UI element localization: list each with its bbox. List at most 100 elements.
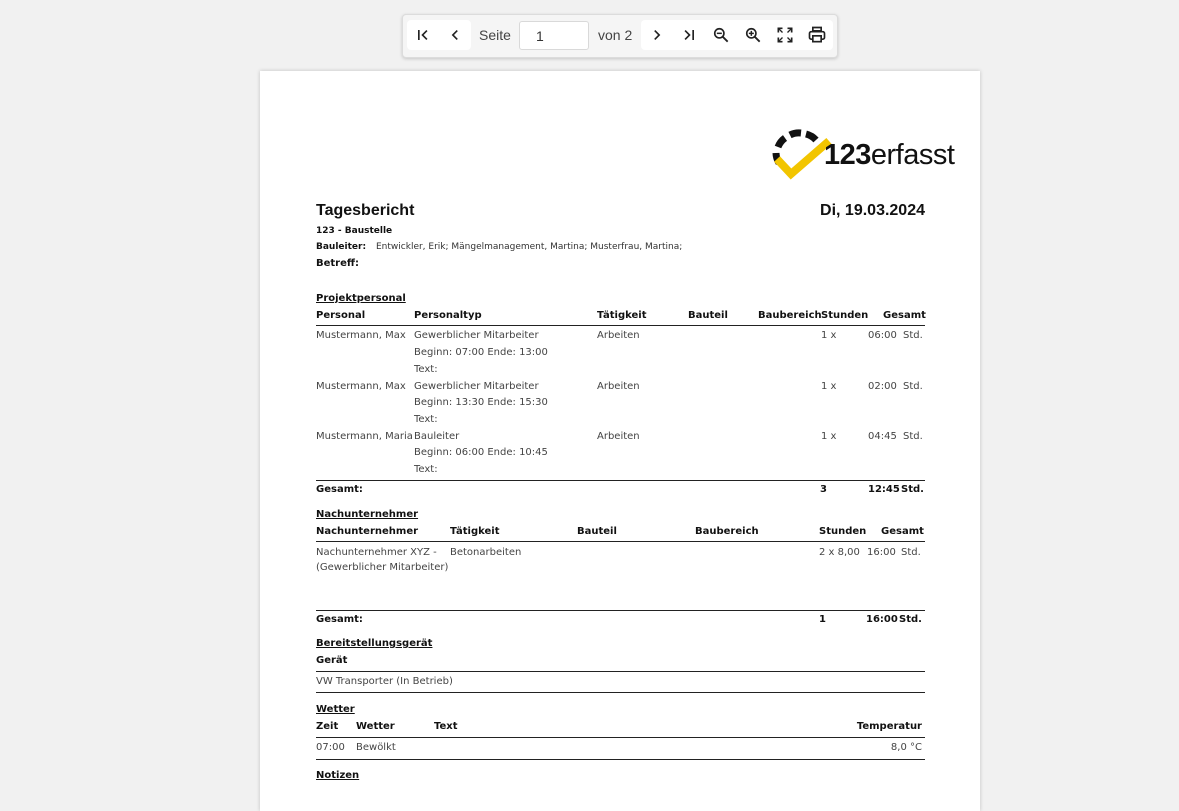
table-row-time: 07:00	[316, 742, 345, 753]
col-hours: Stunden	[819, 526, 867, 537]
subcontractor-total-unit: Std.	[899, 614, 922, 625]
col-temperature: Temperatur	[856, 721, 922, 732]
col-total: Gesamt	[881, 526, 924, 537]
zoom-out-button[interactable]	[705, 20, 737, 50]
table-row-unit: Std.	[903, 330, 923, 341]
table-row-total: 16:00	[867, 547, 896, 558]
page-count-label: von 2	[598, 27, 633, 43]
table-row-text: Text:	[414, 464, 438, 475]
col-subcontractor: Nachunternehmer	[316, 526, 419, 537]
table-row-activity: Arbeiten	[597, 330, 640, 341]
section-equipment: Bereitstellungsgerät	[316, 638, 433, 649]
table-row-weather: Bewölkt	[356, 742, 396, 753]
table-row-total: 02:00	[868, 381, 897, 392]
nav-group-left	[407, 20, 471, 50]
pdf-toolbar: Seite von 2	[402, 14, 838, 58]
table-row-temperature: 8,0 °C	[890, 742, 922, 753]
table-row-total: 06:00	[868, 330, 897, 341]
table-row-activity: Arbeiten	[597, 381, 640, 392]
page-number-input[interactable]	[519, 21, 589, 50]
col-text: Text	[434, 721, 458, 732]
table-row-time: Beginn: 07:00 Ende: 13:00	[414, 347, 548, 358]
divider	[316, 610, 925, 611]
next-page-icon	[654, 30, 661, 40]
col-weather: Wetter	[356, 721, 395, 732]
zoom-in-button[interactable]	[737, 20, 769, 50]
divider	[316, 325, 925, 326]
company-logo: 123erfasst	[771, 129, 955, 189]
personnel-total-label: Gesamt:	[316, 484, 363, 495]
divider	[316, 541, 925, 542]
table-row-count: 1 x	[821, 431, 837, 442]
table-row-time: Beginn: 06:00 Ende: 10:45	[414, 447, 548, 458]
divider	[316, 671, 925, 672]
col-personal: Personal	[316, 310, 366, 321]
divider	[316, 692, 925, 693]
print-icon	[808, 26, 826, 43]
col-activity: Tätigkeit	[597, 310, 647, 321]
table-row-name: Mustermann, Max	[316, 381, 406, 392]
table-row-count: 1 x	[821, 381, 837, 392]
personnel-total-hours: 12:45	[868, 484, 900, 495]
prev-page-button[interactable]	[439, 20, 471, 50]
table-row-name-detail: (Gewerblicher Mitarbeiter)	[316, 562, 449, 573]
zoom-out-icon	[713, 27, 729, 43]
table-row-text: Text:	[414, 414, 438, 425]
manager-value: Entwickler, Erik; Mängelmanagement, Mart…	[376, 242, 683, 252]
col-total: Gesamt	[883, 310, 926, 321]
section-personnel: Projektpersonal	[316, 293, 406, 304]
section-notes: Notizen	[316, 770, 360, 781]
col-part: Bauteil	[577, 526, 617, 537]
divider	[316, 759, 925, 760]
report-date: Di, 19.03.2024	[820, 202, 925, 219]
col-activity: Tätigkeit	[450, 526, 500, 537]
table-row-name: Mustermann, Maria	[316, 431, 413, 442]
subcontractor-total-count: 1	[819, 614, 826, 625]
personnel-total-count: 3	[820, 484, 827, 495]
page-label: Seite	[479, 27, 511, 43]
table-row-activity: Betonarbeiten	[450, 547, 522, 558]
divider	[316, 480, 925, 481]
col-hours: Stunden	[821, 310, 869, 321]
subcontractor-total-hours: 16:00	[866, 614, 898, 625]
table-row-device: VW Transporter (In Betrieb)	[316, 676, 453, 687]
table-row-unit: Std.	[901, 547, 921, 558]
pdf-page: 123erfasst Tagesbericht Di, 19.03.2024 1…	[260, 71, 980, 811]
last-page-icon	[684, 30, 694, 40]
table-row-total: 04:45	[868, 431, 897, 442]
print-button[interactable]	[801, 20, 833, 50]
table-row-unit: Std.	[903, 381, 923, 392]
nav-group-right	[641, 20, 833, 50]
first-page-button[interactable]	[407, 20, 439, 50]
section-weather: Wetter	[316, 704, 355, 715]
section-subcontractors: Nachunternehmer	[316, 509, 419, 520]
last-page-button[interactable]	[673, 20, 705, 50]
subject-label: Betreff:	[316, 258, 359, 269]
col-device: Gerät	[316, 655, 348, 666]
table-row-time: Beginn: 13:30 Ende: 15:30	[414, 397, 548, 408]
first-page-icon	[418, 30, 428, 40]
col-personnel-type: Personaltyp	[414, 310, 482, 321]
table-row-type: Gewerblicher Mitarbeiter	[414, 330, 539, 341]
fullscreen-icon	[777, 27, 793, 43]
site-name: 123 - Baustelle	[316, 226, 393, 236]
zoom-in-icon	[745, 27, 761, 43]
divider	[316, 737, 925, 738]
table-row-text: Text:	[414, 364, 438, 375]
table-row-unit: Std.	[903, 431, 923, 442]
col-part: Bauteil	[688, 310, 728, 321]
table-row-name: Mustermann, Max	[316, 330, 406, 341]
table-row-hours: 2 x 8,00	[819, 547, 860, 558]
table-row-activity: Arbeiten	[597, 431, 640, 442]
personnel-total-unit: Std.	[901, 484, 924, 495]
fullscreen-button[interactable]	[769, 20, 801, 50]
col-area: Baubereich	[758, 310, 822, 321]
col-time: Zeit	[316, 721, 339, 732]
table-row-name: Nachunternehmer XYZ -	[316, 547, 437, 558]
table-row-count: 1 x	[821, 330, 837, 341]
logo-wordmark: 123erfasst	[824, 139, 955, 171]
report-title: Tagesbericht	[316, 202, 415, 219]
prev-page-icon	[451, 30, 458, 40]
next-page-button[interactable]	[641, 20, 673, 50]
subcontractor-total-label: Gesamt:	[316, 614, 363, 625]
